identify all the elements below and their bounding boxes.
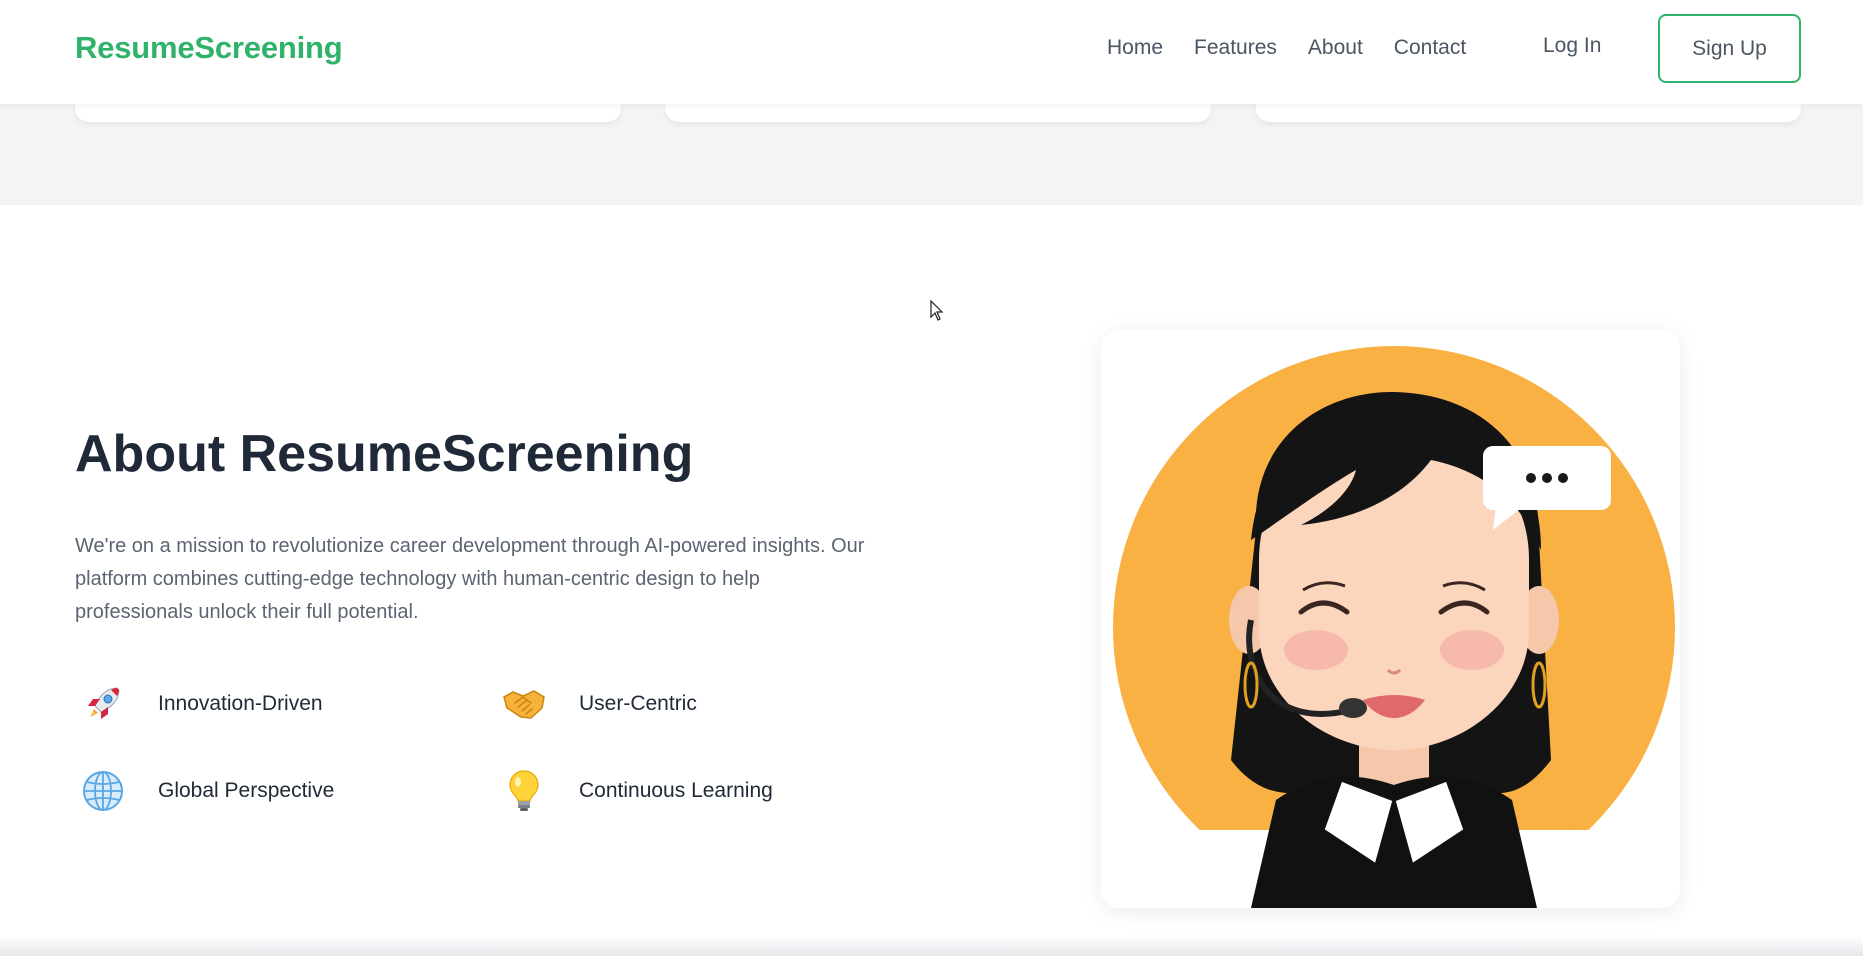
feature-card: [1256, 104, 1801, 122]
nav-link-contact[interactable]: Contact: [1394, 36, 1466, 60]
feature-learning: Continuous Learning: [501, 768, 773, 814]
lightbulb-icon: [501, 768, 547, 814]
about-description: We're on a mission to revolutionize care…: [75, 535, 865, 623]
top-navbar: ResumeScreening Home Features About Cont…: [0, 0, 1863, 104]
feature-label: User-Centric: [579, 692, 697, 715]
feature-card: [75, 104, 621, 122]
nav-link-home[interactable]: Home: [1107, 36, 1163, 60]
feature-global: Global Perspective: [80, 768, 334, 814]
page: ResumeScreening Home Features About Cont…: [0, 0, 1863, 956]
feature-label: Global Perspective: [158, 779, 335, 802]
signup-button[interactable]: Sign Up: [1658, 14, 1801, 83]
next-section-edge: [0, 936, 1863, 956]
feature-label: Continuous Learning: [579, 779, 773, 802]
main-nav: Home Features About Contact: [1107, 36, 1497, 60]
login-link[interactable]: Log In: [1543, 34, 1601, 58]
globe-icon: [80, 768, 126, 814]
about-title: About ResumeScreening: [75, 425, 694, 483]
rocket-icon: [80, 681, 126, 727]
handshake-icon: [501, 681, 547, 727]
feature-label: Innovation-Driven: [158, 692, 323, 715]
features-section-bottom: [0, 104, 1863, 205]
mouse-cursor-icon: [930, 299, 944, 327]
nav-link-about[interactable]: About: [1308, 36, 1363, 60]
support-agent-illustration: [1101, 346, 1680, 908]
nav-link-features[interactable]: Features: [1194, 36, 1277, 60]
illustration-card: [1101, 330, 1680, 908]
brand-logo[interactable]: ResumeScreening: [75, 30, 343, 66]
feature-innovation: Innovation-Driven: [80, 681, 323, 727]
feature-user-centric: User-Centric: [501, 681, 697, 727]
feature-card: [665, 104, 1211, 122]
